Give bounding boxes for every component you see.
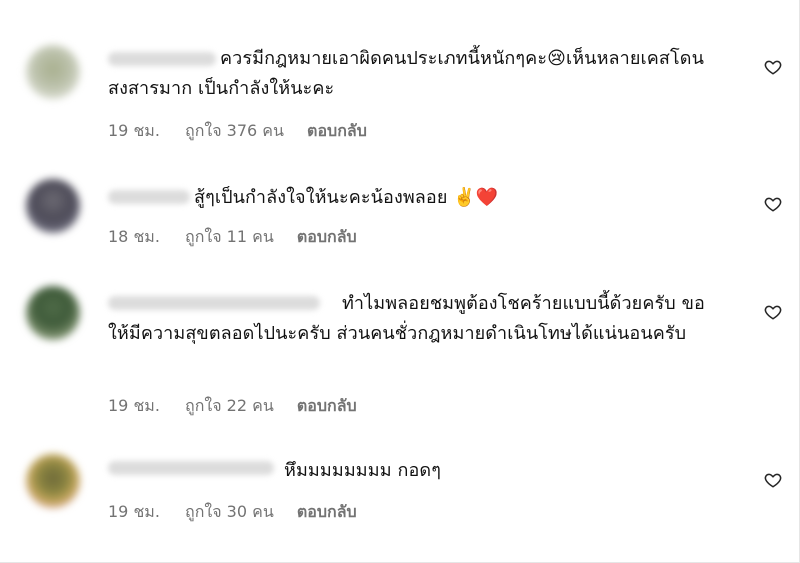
comment-item: ทำไมพลอยชมพูต้องโชคร้ายแบบนี้ด้วยครับ ขอ… [0, 280, 800, 420]
reply-button[interactable]: ตอบกลับ [297, 225, 357, 250]
avatar[interactable] [26, 454, 80, 508]
reply-button[interactable]: ตอบกลับ [297, 500, 357, 525]
comment-text: ควรมีกฎหมายเอาผิดคนประเภทนี้หนักๆคะ😢เห็น… [108, 48, 704, 99]
avatar[interactable] [26, 179, 80, 233]
comment-meta: 18 ชม. ถูกใจ 11 คน ตอบกลับ [108, 225, 357, 250]
comment-text: สู้ๆเป็นกำลังใจให้นะคะน้องพลอย ✌️❤️ [194, 187, 499, 208]
like-count[interactable]: ถูกใจ 376 คน [185, 119, 284, 144]
comment-text: หึมมมมมมมม กอดๆ [284, 460, 441, 481]
comment-item: สู้ๆเป็นกำลังใจให้นะคะน้องพลอย ✌️❤️ 18 ช… [0, 170, 800, 250]
avatar[interactable] [26, 286, 80, 340]
comment-meta: 19 ชม. ถูกใจ 376 คน ตอบกลับ [108, 119, 367, 144]
comment-text: ทำไมพลอยชมพูต้องโชคร้ายแบบนี้ด้วยครับ ขอ… [108, 293, 705, 344]
comment-timestamp[interactable]: 18 ชม. [108, 225, 160, 250]
comment-meta: 19 ชม. ถูกใจ 30 คน ตอบกลับ [108, 500, 357, 525]
reply-button[interactable]: ตอบกลับ [307, 119, 367, 144]
comment-item: หึมมมมมมมม กอดๆ 19 ชม. ถูกใจ 30 คน ตอบกล… [0, 445, 800, 545]
heart-outline-icon[interactable] [764, 195, 782, 213]
like-count[interactable]: ถูกใจ 11 คน [185, 225, 274, 250]
comment-timestamp[interactable]: 19 ชม. [108, 394, 160, 419]
like-count[interactable]: ถูกใจ 22 คน [185, 394, 274, 419]
like-count[interactable]: ถูกใจ 30 คน [185, 500, 274, 525]
comment-item: ควรมีกฎหมายเอาผิดคนประเภทนี้หนักๆคะ😢เห็น… [0, 0, 800, 140]
comment-timestamp[interactable]: 19 ชม. [108, 500, 160, 525]
heart-outline-icon[interactable] [764, 303, 782, 321]
comment-timestamp[interactable]: 19 ชม. [108, 119, 160, 144]
reply-button[interactable]: ตอบกลับ [297, 394, 357, 419]
heart-outline-icon[interactable] [764, 471, 782, 489]
avatar[interactable] [26, 45, 80, 99]
comment-meta: 19 ชม. ถูกใจ 22 คน ตอบกลับ [108, 394, 357, 419]
heart-outline-icon[interactable] [764, 58, 782, 76]
